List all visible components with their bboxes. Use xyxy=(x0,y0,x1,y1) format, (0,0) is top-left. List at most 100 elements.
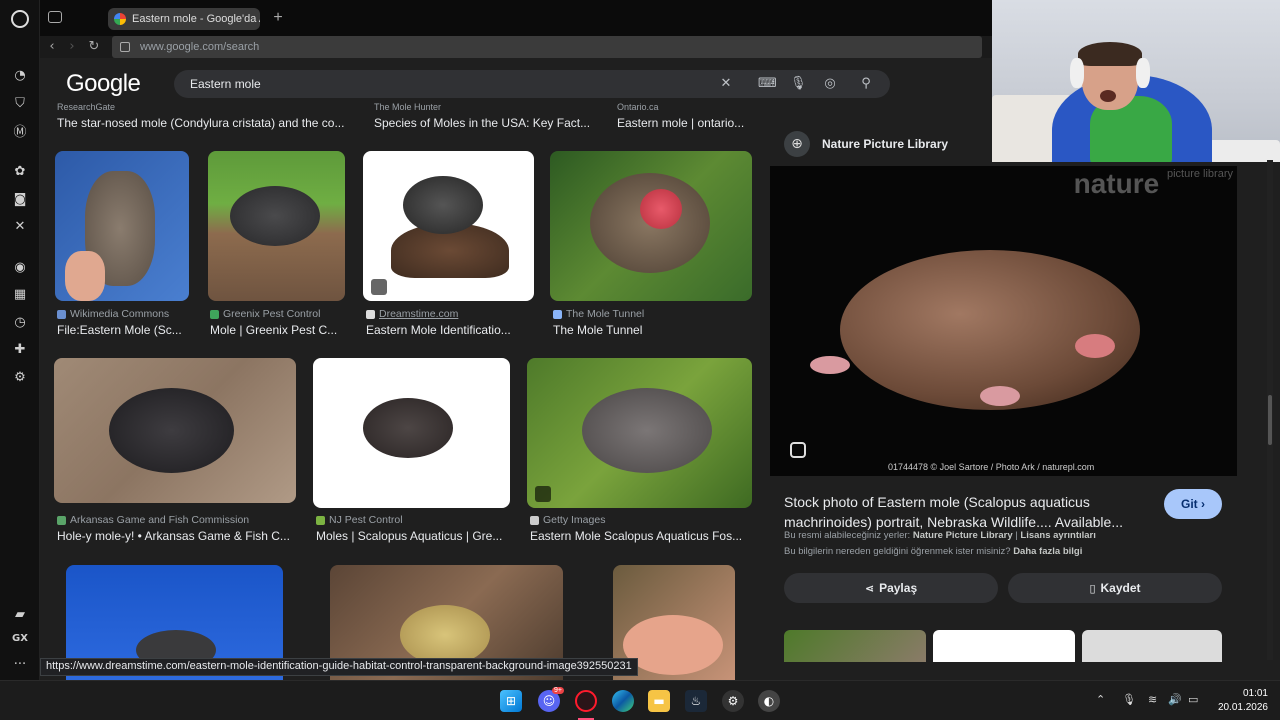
more-info-link[interactable]: Daha fazla bilgi xyxy=(1013,546,1082,557)
source-line: Bu resmi alabileceğiniz yerler: Nature P… xyxy=(784,530,1096,541)
new-tab-button[interactable]: + xyxy=(270,10,286,26)
result-source[interactable]: The Mole Hunter xyxy=(374,102,441,112)
edge-icon[interactable] xyxy=(612,690,634,712)
x-twitter-icon[interactable]: ✕ xyxy=(11,217,29,235)
scrollbar-thumb[interactable] xyxy=(1268,395,1272,445)
tab-title: Eastern mole - Google'da A xyxy=(132,13,260,25)
google-logo[interactable]: Google xyxy=(66,70,141,98)
opera-sidebar: ◔ ⛉ Ⓜ ✿ ◙ ✕ ◉ ▦ ◷ ✚ ⚙ ▰ GX ··· xyxy=(0,0,40,680)
chatgpt-icon[interactable]: ✿ xyxy=(11,162,29,180)
file-explorer-icon[interactable]: ▬ xyxy=(648,690,670,712)
settings-gear-icon[interactable]: ⚙ xyxy=(11,368,29,386)
link-status-url: https://www.dreamstime.com/eastern-mole-… xyxy=(40,658,638,676)
pinned-icon[interactable]: ▰ xyxy=(11,605,29,623)
result-source[interactable]: ResearchGate xyxy=(57,102,115,112)
result-image[interactable] xyxy=(363,151,534,301)
taskbar: ⊞ ☺ 9+ ▬ ♨ ⚙ ◐ ⌃ 🎙 ≋ 🔊 ▭ 01:01 20.01.202… xyxy=(0,680,1280,720)
share-button[interactable]: ⋖ Paylaş xyxy=(784,573,998,603)
visit-button[interactable]: Git › xyxy=(1164,489,1222,519)
cleaner-icon[interactable]: ⛉ xyxy=(11,94,29,112)
lens-search-icon[interactable] xyxy=(790,442,806,458)
photo-credit: 01744478 © Joel Sartore / Photo Ark / na… xyxy=(888,462,1095,472)
lens-camera-icon[interactable]: ◎ xyxy=(822,76,838,92)
reload-icon[interactable]: ↻ xyxy=(86,39,102,55)
wifi-icon[interactable]: ≋ xyxy=(1148,693,1157,706)
tab-active[interactable]: Eastern mole - Google'da A xyxy=(108,8,260,30)
result-title[interactable]: Moles | Scalopus Aquaticus | Gre... xyxy=(316,529,510,543)
settings-icon[interactable]: ⚙ xyxy=(722,690,744,712)
result-image[interactable] xyxy=(527,358,752,508)
source-site-link[interactable]: Nature Picture Library xyxy=(913,530,1013,541)
result-source[interactable]: The Mole Tunnel xyxy=(553,308,644,320)
result-source[interactable]: NJ Pest Control xyxy=(316,514,403,526)
result-title[interactable]: File:Eastern Mole (Sc... xyxy=(57,323,189,337)
back-icon[interactable]: ‹ xyxy=(44,39,60,55)
search-icon[interactable]: ⚲ xyxy=(858,76,874,92)
gx-label[interactable]: GX xyxy=(11,629,29,647)
result-title[interactable]: Mole | Greenix Pest C... xyxy=(210,323,345,337)
clock[interactable]: 01:01 20.01.2026 xyxy=(1212,687,1268,715)
result-title[interactable]: Eastern Mole Scalopus Aquaticus Fos... xyxy=(530,529,752,543)
url-field[interactable]: www.google.com/search xyxy=(112,36,982,58)
related-image[interactable] xyxy=(933,630,1075,662)
result-title[interactable]: Eastern mole | ontario... xyxy=(617,116,744,130)
aria-icon[interactable]: ◔ xyxy=(11,66,29,84)
chevron-right-icon: › xyxy=(1201,497,1205,511)
result-image[interactable] xyxy=(550,151,752,301)
preview-title[interactable]: Stock photo of Eastern mole (Scalopus aq… xyxy=(784,492,1154,532)
preview-panel: ⊕ Nature Picture Library nature picture … xyxy=(770,122,1252,662)
app-icon[interactable]: ◐ xyxy=(758,690,780,712)
site-favicon-icon xyxy=(530,515,539,525)
result-source[interactable]: Wikimedia Commons xyxy=(57,308,169,320)
license-link[interactable]: Lisans ayrıntıları xyxy=(1020,530,1096,541)
time: 01:01 xyxy=(1242,688,1268,699)
result-source[interactable]: Arkansas Game and Fish Commission xyxy=(57,514,249,526)
steam-icon[interactable]: ♨ xyxy=(685,690,707,712)
image-results: ResearchGate The star-nosed mole (Condyl… xyxy=(40,100,770,680)
related-image[interactable] xyxy=(1082,630,1222,662)
result-source[interactable]: Greenix Pest Control xyxy=(210,308,320,320)
extensions-icon[interactable]: ✚ xyxy=(11,340,29,358)
result-title[interactable]: Eastern Mole Identificatio... xyxy=(366,323,526,337)
messenger-icon[interactable]: ◙ xyxy=(11,190,29,208)
search-input[interactable]: Eastern mole ✕ ⌨ 🎙 ◎ ⚲ xyxy=(174,70,890,98)
search-query: Eastern mole xyxy=(190,77,261,91)
result-image[interactable] xyxy=(208,151,345,301)
site-favicon-icon xyxy=(316,515,325,525)
windows-start-icon[interactable]: ⊞ xyxy=(500,690,522,712)
result-image[interactable] xyxy=(54,358,296,503)
forward-icon[interactable]: › xyxy=(64,39,80,55)
preview-image[interactable]: nature picture library 01744478 © Joel S… xyxy=(770,166,1237,476)
tab-strip: Eastern mole - Google'da A + xyxy=(40,0,992,36)
history-icon[interactable]: ◷ xyxy=(11,313,29,331)
panel-site-name[interactable]: Nature Picture Library xyxy=(822,137,948,151)
music-player-icon[interactable]: ◉ xyxy=(11,258,29,276)
opera-logo-icon[interactable] xyxy=(11,10,29,28)
result-image[interactable] xyxy=(313,358,510,508)
result-title[interactable]: The Mole Tunnel xyxy=(553,323,733,337)
result-source[interactable]: Dreamstime.com xyxy=(366,308,458,320)
watermark: nature picture library xyxy=(1073,168,1233,199)
save-button[interactable]: ▯ Kaydet xyxy=(1008,573,1222,603)
result-title[interactable]: Species of Moles in the USA: Key Fact... xyxy=(374,116,590,130)
result-source[interactable]: Getty Images xyxy=(530,514,605,526)
related-image[interactable] xyxy=(784,630,926,662)
clear-icon[interactable]: ✕ xyxy=(718,76,734,92)
workspaces-icon[interactable]: ▦ xyxy=(11,285,29,303)
microphone-icon[interactable]: 🎙 xyxy=(790,76,807,92)
tab-islands-icon[interactable] xyxy=(48,11,62,23)
battery-icon[interactable]: ▭ xyxy=(1188,693,1198,706)
more-icon[interactable]: ··· xyxy=(11,655,29,673)
site-favicon-icon xyxy=(553,309,562,319)
result-image[interactable] xyxy=(55,151,189,301)
opera-gx-icon[interactable] xyxy=(575,690,597,712)
mail-icon[interactable]: Ⓜ xyxy=(11,121,29,140)
tray-chevron-icon[interactable]: ⌃ xyxy=(1096,693,1105,706)
result-source[interactable]: Ontario.ca xyxy=(617,102,659,112)
result-title[interactable]: Hole-y mole-y! • Arkansas Game & Fish C.… xyxy=(57,529,297,543)
keyboard-icon[interactable]: ⌨ xyxy=(758,76,777,92)
date: 20.01.2026 xyxy=(1217,702,1268,713)
volume-icon[interactable]: 🔊 xyxy=(1168,693,1182,706)
result-title[interactable]: The star-nosed mole (Condylura cristata)… xyxy=(57,116,344,130)
microphone-tray-icon[interactable]: 🎙 xyxy=(1122,693,1136,706)
